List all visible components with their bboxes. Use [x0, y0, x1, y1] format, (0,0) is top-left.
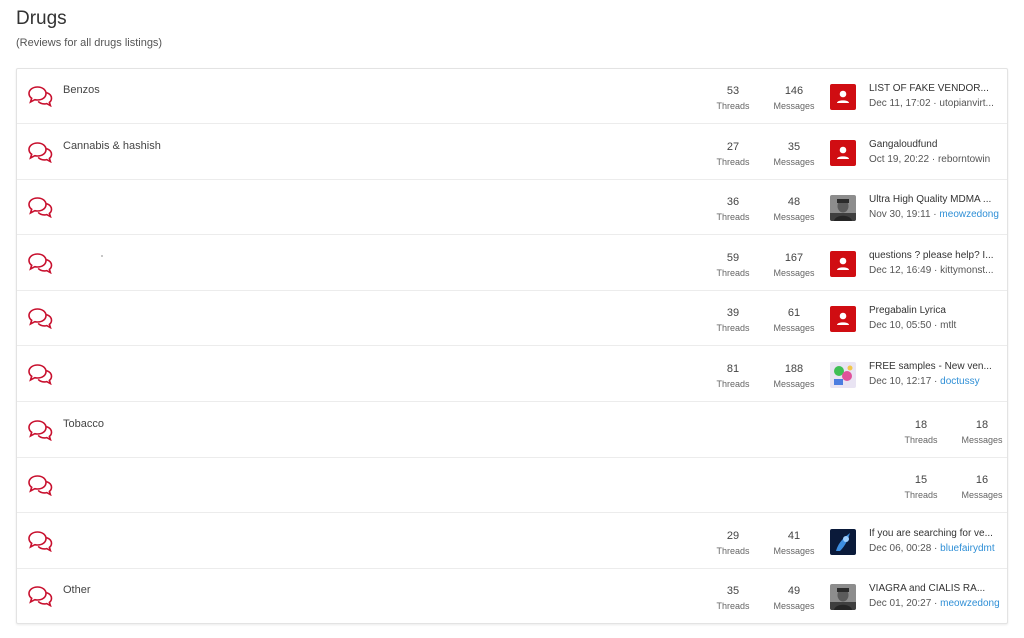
last-post-title[interactable]: VIAGRA and CIALIS RA...: [869, 583, 1001, 594]
forum-row[interactable]: 29 Threads 41 Messages If you are search…: [17, 514, 1007, 569]
user-icon: [837, 90, 849, 103]
forum-row[interactable]: 39 Threads 61 Messages Pregabalin Lyrica…: [17, 291, 1007, 347]
last-post-meta: Dec 10, 12:17 · doctussy: [869, 376, 1003, 387]
last-post-user[interactable]: meowzedong: [940, 598, 999, 609]
portrait-photo-icon: [830, 584, 856, 611]
message-count: 35 Messages: [773, 140, 815, 167]
thread-count: 35 Threads: [716, 585, 750, 612]
forum-row[interactable]: Other 35 Threads 49 Messages VIAGRA and …: [17, 569, 1007, 624]
page-subtitle: (Reviews for all drugs listings): [16, 37, 163, 49]
thread-count: 39 Threads: [716, 307, 750, 334]
user-icon: [837, 313, 849, 326]
user-icon: [837, 257, 849, 270]
last-post-date: Dec 10, 12:17 ·: [869, 376, 941, 387]
forum-chat-icon: [28, 475, 53, 497]
thread-count: 36 Threads: [716, 196, 750, 223]
message-count: 188 Messages: [773, 363, 815, 389]
last-post-user[interactable]: utopianvirt...: [939, 98, 993, 109]
forum-chat-icon: [28, 419, 53, 441]
message-count: 146 Messages: [773, 85, 815, 111]
avatar[interactable]: [830, 84, 856, 110]
thread-count: 53 Threads: [716, 85, 750, 111]
avatar[interactable]: [830, 306, 856, 333]
last-post-title[interactable]: Ultra High Quality MDMA ...: [869, 194, 1001, 205]
last-post-date: Dec 12, 16:49 ·: [869, 264, 941, 276]
avatar[interactable]: [830, 195, 856, 222]
message-count: 18 Messages: [961, 418, 1003, 445]
avatar[interactable]: [830, 528, 856, 555]
last-post-title[interactable]: LIST OF FAKE VENDOR...: [869, 83, 1001, 94]
forum-chat-icon: [28, 141, 53, 163]
forum-title[interactable]: Other: [63, 584, 91, 596]
forum-chat-icon: [28, 197, 53, 219]
last-post-user[interactable]: reborntowin: [938, 154, 990, 165]
forum-row[interactable]: Tobacco 18 Threads 18 Messages: [17, 403, 1007, 458]
last-post-title[interactable]: Pregabalin Lyrica: [869, 305, 1001, 316]
last-post-date: Dec 06, 00:28 ·: [869, 542, 941, 554]
last-post-user[interactable]: kittymonst...: [940, 265, 993, 276]
last-post-meta: Oct 19, 20:22 · reborntowin: [869, 154, 1003, 165]
blue-photo-icon: [830, 528, 856, 555]
avatar[interactable]: [830, 362, 856, 388]
last-post-user[interactable]: doctussy: [940, 376, 979, 387]
message-count: 49 Messages: [773, 585, 815, 612]
last-post-user[interactable]: bluefairydmt: [940, 543, 994, 554]
last-post-date: Nov 30, 19:11 ·: [869, 209, 940, 221]
last-post-meta: Dec 10, 05:50 · mtlt: [869, 320, 1003, 331]
portrait-photo-icon: [830, 195, 856, 222]
divider-dot: [101, 254, 103, 257]
last-post-user[interactable]: mtlt: [940, 320, 956, 331]
last-post-date: Dec 01, 20:27 ·: [869, 598, 941, 610]
avatar[interactable]: [830, 139, 856, 166]
user-icon: [837, 146, 849, 159]
avatar[interactable]: [830, 584, 856, 611]
forum-row[interactable]: 15 Threads 16 Messages: [17, 458, 1007, 514]
thread-count: 18 Threads: [904, 418, 938, 445]
message-count: 48 Messages: [773, 196, 815, 223]
forum-title[interactable]: Tobacco: [63, 418, 104, 430]
last-post-title[interactable]: If you are searching for ve...: [869, 528, 1001, 539]
page-title: Drugs: [16, 8, 67, 29]
forum-row[interactable]: 59 Threads 167 Messages questions ? plea…: [17, 236, 1007, 291]
thread-count: 27 Threads: [716, 140, 750, 167]
thread-count: 29 Threads: [716, 529, 750, 556]
forum-row[interactable]: Cannabis & hashish 27 Threads 35 Message…: [17, 125, 1007, 180]
message-count: 16 Messages: [961, 474, 1003, 501]
last-post-meta: Nov 30, 19:11 · meowzedong: [869, 209, 1003, 220]
forum-list: Benzos 53 Threads 146 Messages LIST OF F…: [16, 68, 1008, 624]
last-post-title[interactable]: FREE samples - New ven...: [869, 361, 1001, 372]
last-post-user[interactable]: meowzedong: [939, 209, 998, 220]
forum-chat-icon: [28, 308, 53, 330]
forum-chat-icon: [28, 86, 53, 107]
forum-row[interactable]: Benzos 53 Threads 146 Messages LIST OF F…: [17, 69, 1007, 124]
forum-chat-icon: [28, 252, 53, 274]
forum-chat-icon: [28, 530, 53, 552]
last-post-date: Oct 19, 20:22 ·: [869, 153, 938, 165]
forum-chat-icon: [28, 586, 53, 608]
last-post-date: Dec 10, 05:50 ·: [869, 320, 941, 332]
forum-title[interactable]: Benzos: [63, 84, 100, 96]
forum-chat-icon: [28, 364, 53, 385]
forum-row[interactable]: 36 Threads 48 Messages Ultra High Qualit…: [17, 180, 1007, 236]
cartoon-avatar-icon: [830, 362, 856, 388]
forum-row[interactable]: 81 Threads 188 Messages FREE samples - N…: [17, 347, 1007, 402]
thread-count: 59 Threads: [716, 251, 750, 278]
thread-count: 15 Threads: [904, 474, 938, 501]
last-post-meta: Dec 12, 16:49 · kittymonst...: [869, 265, 1003, 276]
last-post-date: Dec 11, 17:02 ·: [869, 98, 940, 109]
thread-count: 81 Threads: [716, 363, 750, 389]
last-post-title[interactable]: questions ? please help? I...: [869, 250, 1001, 261]
message-count: 167 Messages: [773, 251, 815, 278]
last-post-title[interactable]: Gangaloudfund: [869, 139, 1001, 150]
last-post-meta: Dec 06, 00:28 · bluefairydmt: [869, 543, 1003, 554]
message-count: 41 Messages: [773, 529, 815, 556]
last-post-meta: Dec 01, 20:27 · meowzedong: [869, 598, 1003, 609]
message-count: 61 Messages: [773, 307, 815, 334]
last-post-meta: Dec 11, 17:02 · utopianvirt...: [869, 98, 1003, 109]
avatar[interactable]: [830, 250, 856, 277]
forum-title[interactable]: Cannabis & hashish: [63, 140, 161, 152]
